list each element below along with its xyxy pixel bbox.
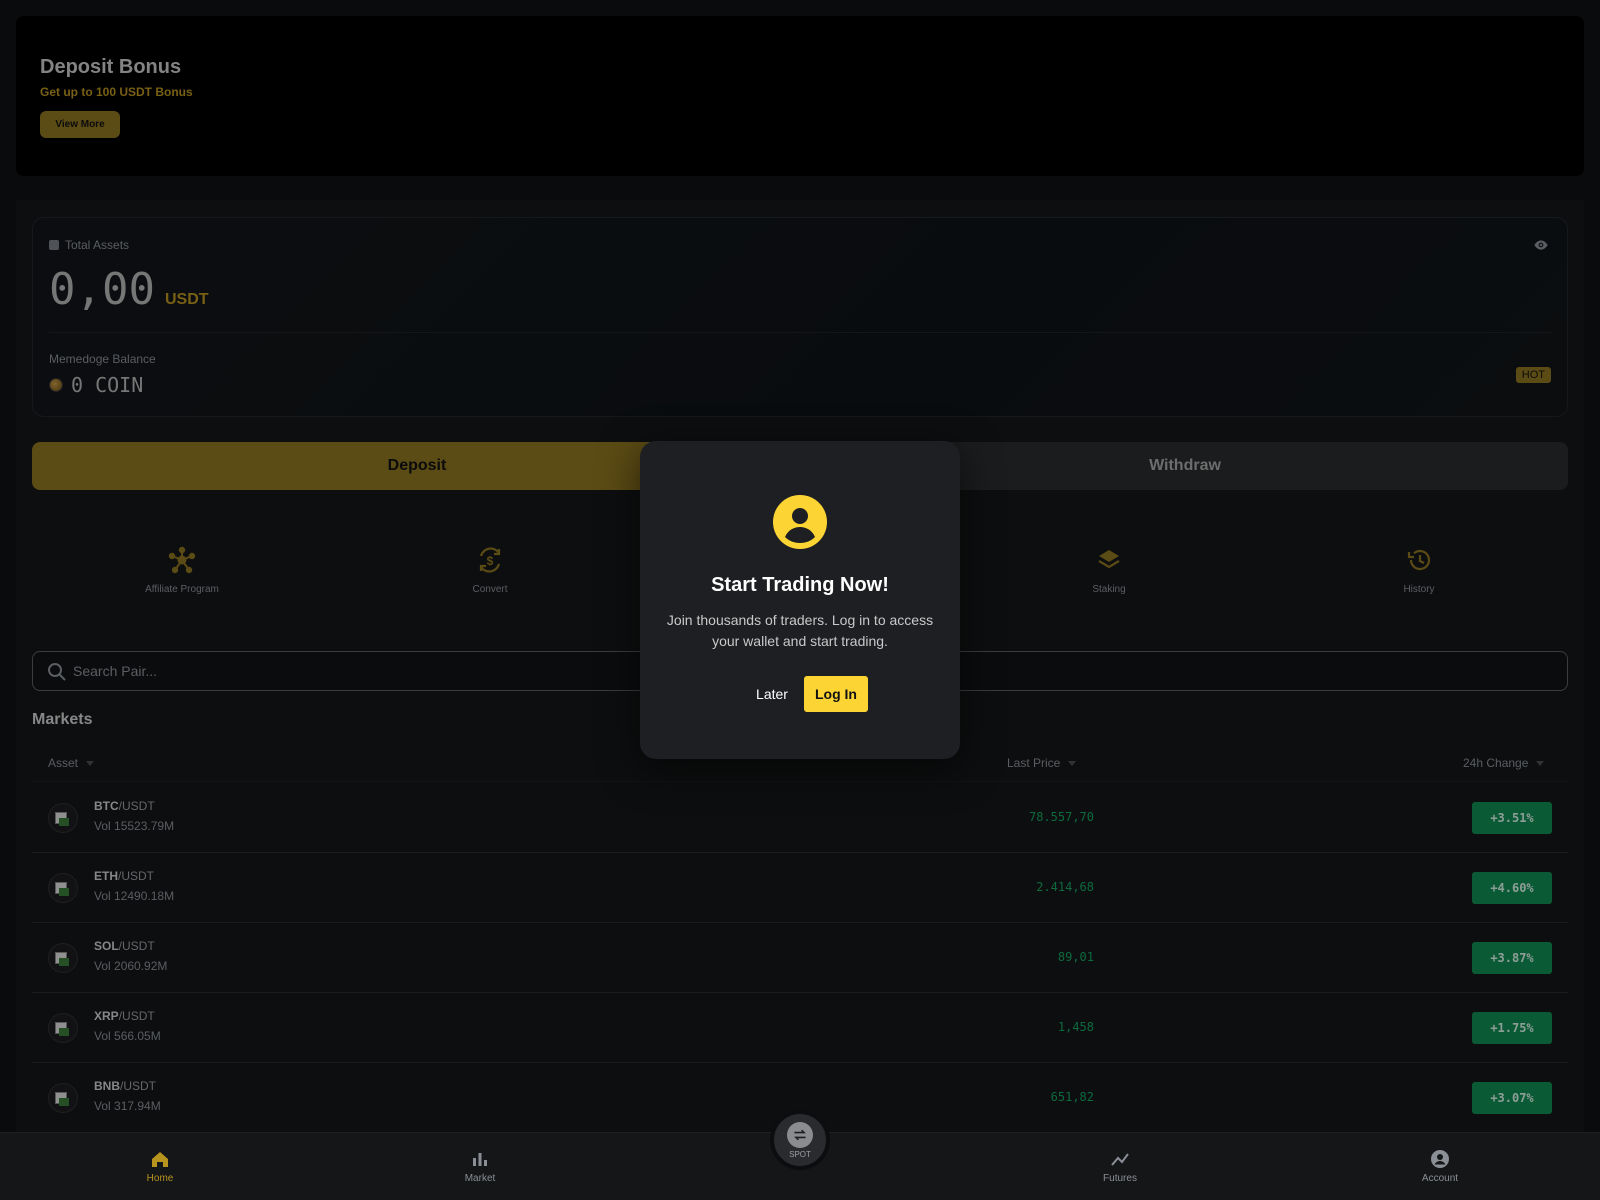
- convert-icon: $: [479, 547, 501, 573]
- quick-action-history[interactable]: History: [1339, 546, 1499, 595]
- quick-action-staking[interactable]: Staking: [1029, 546, 1189, 595]
- pair-volume: Vol 317.94M: [94, 1099, 161, 1113]
- pair-name: ETH/USDT: [94, 869, 154, 883]
- nav-home-label: Home: [146, 1173, 174, 1184]
- nav-market-label: Market: [464, 1173, 496, 1184]
- last-price: 78.557,70: [1028, 810, 1094, 824]
- change-badge: +3.87%: [1472, 942, 1552, 974]
- total-assets-unit: USDT: [164, 291, 209, 308]
- swap-icon: [787, 1121, 813, 1148]
- sort-caret-icon: [86, 760, 95, 766]
- sort-caret-icon: [1068, 760, 1077, 766]
- trend-line-icon: [1111, 1153, 1129, 1166]
- column-change-label: 24h Change: [1463, 756, 1529, 770]
- table-row[interactable]: XRP/USDT Vol 566.05M 1,458 +1.75%: [32, 993, 1568, 1063]
- memedoge-balance-value: 0 COIN: [71, 373, 144, 397]
- total-assets-label: Total Assets: [65, 238, 130, 252]
- memedoge-balance-row: 0 COIN: [49, 373, 143, 397]
- table-row[interactable]: ETH/USDT Vol 12490.18M 2.414,68 +4.60%: [32, 853, 1568, 923]
- last-price: 1,458: [1057, 1020, 1094, 1034]
- pair-name: SOL/USDT: [94, 939, 155, 953]
- pair-icon: [48, 803, 78, 833]
- pair-icon: [48, 873, 78, 903]
- deposit-bonus-banner: Deposit Bonus Get up to 100 USDT Bonus V…: [16, 16, 1584, 176]
- later-button[interactable]: Later: [740, 676, 804, 712]
- pair-icon: [48, 943, 78, 973]
- view-more-button[interactable]: View More: [40, 111, 120, 138]
- nav-market[interactable]: Market: [430, 1149, 530, 1184]
- pair-name: XRP/USDT: [94, 1009, 155, 1023]
- total-assets-value: 0,00: [49, 264, 155, 315]
- change-badge: +3.51%: [1472, 802, 1552, 834]
- total-assets-value-row: 0,00 USDT: [49, 264, 209, 315]
- column-asset-label: Asset: [48, 756, 79, 770]
- quick-action-label: Staking: [1092, 584, 1126, 595]
- app-page: Deposit Bonus Get up to 100 USDT Bonus V…: [0, 0, 1600, 1200]
- pair-icon: [48, 1083, 78, 1113]
- quick-action-convert[interactable]: $ Convert: [410, 546, 570, 595]
- svg-text:$: $: [487, 554, 494, 568]
- last-price: 89,01: [1057, 950, 1094, 964]
- quick-action-label: History: [1403, 584, 1435, 595]
- column-last-price-label: Last Price: [1007, 756, 1061, 770]
- memedoge-balance-label: Memedoge Balance: [49, 352, 156, 366]
- history-icon: [1407, 549, 1431, 571]
- change-badge: +4.60%: [1472, 872, 1552, 904]
- sort-caret-icon: [1536, 760, 1545, 766]
- nav-account[interactable]: Account: [1390, 1149, 1490, 1184]
- change-badge: +3.07%: [1472, 1082, 1552, 1114]
- login-prompt-modal: Start Trading Now! Join thousands of tra…: [640, 441, 960, 759]
- coin-icon: [49, 378, 63, 392]
- quick-action-label: Convert: [472, 584, 508, 595]
- column-last-price[interactable]: Last Price: [1007, 756, 1077, 770]
- account-icon: [1431, 1150, 1449, 1168]
- modal-title: Start Trading Now!: [711, 574, 889, 596]
- pair-volume: Vol 566.05M: [94, 1029, 161, 1043]
- wallet-icon: [49, 240, 59, 250]
- pair-name: BTC/USDT: [94, 799, 155, 813]
- pair-volume: Vol 12490.18M: [94, 889, 175, 903]
- staking-icon: [1098, 550, 1120, 569]
- change-badge: +1.75%: [1472, 1012, 1552, 1044]
- column-24h-change[interactable]: 24h Change: [1463, 756, 1545, 770]
- modal-text: Join thousands of traders. Log in to acc…: [666, 612, 934, 649]
- quick-action-label: Affiliate Program: [145, 584, 219, 595]
- affiliate-icon: [168, 546, 196, 574]
- nav-futures-label: Futures: [1103, 1173, 1137, 1184]
- column-asset[interactable]: Asset: [48, 756, 95, 770]
- pair-name: BNB/USDT: [94, 1079, 156, 1093]
- home-icon: [152, 1152, 168, 1167]
- last-price: 2.414,68: [1036, 880, 1094, 894]
- nav-account-label: Account: [1421, 1173, 1459, 1184]
- eye-icon[interactable]: [1533, 238, 1549, 252]
- user-avatar-icon: [773, 495, 827, 549]
- markets-title: Markets: [32, 711, 93, 728]
- spot-label: SPOT: [789, 1149, 811, 1159]
- total-assets-header: Total Assets: [49, 238, 129, 252]
- bar-chart-icon: [473, 1153, 487, 1166]
- spot-button[interactable]: SPOT: [770, 1110, 830, 1170]
- banner-subtitle: Get up to 100 USDT Bonus: [40, 85, 193, 99]
- nav-home[interactable]: Home: [110, 1149, 210, 1184]
- search-icon: [48, 663, 66, 681]
- table-row[interactable]: SOL/USDT Vol 2060.92M 89,01 +3.87%: [32, 923, 1568, 993]
- last-price: 651,82: [1050, 1090, 1094, 1104]
- hot-badge: HOT: [1515, 367, 1551, 383]
- quick-action-affiliate[interactable]: Affiliate Program: [102, 546, 262, 595]
- pair-icon: [48, 1013, 78, 1043]
- pair-volume: Vol 15523.79M: [94, 819, 175, 833]
- login-button[interactable]: Log In: [804, 676, 868, 712]
- banner-title: Deposit Bonus: [40, 56, 182, 78]
- divider: [49, 332, 1551, 333]
- total-assets-card: Total Assets 0,00 USDT Memedoge Balance …: [32, 217, 1568, 417]
- table-row[interactable]: BTC/USDT Vol 15523.79M 78.557,70 +3.51%: [32, 783, 1568, 853]
- nav-futures[interactable]: Futures: [1070, 1149, 1170, 1184]
- pair-volume: Vol 2060.92M: [94, 959, 168, 973]
